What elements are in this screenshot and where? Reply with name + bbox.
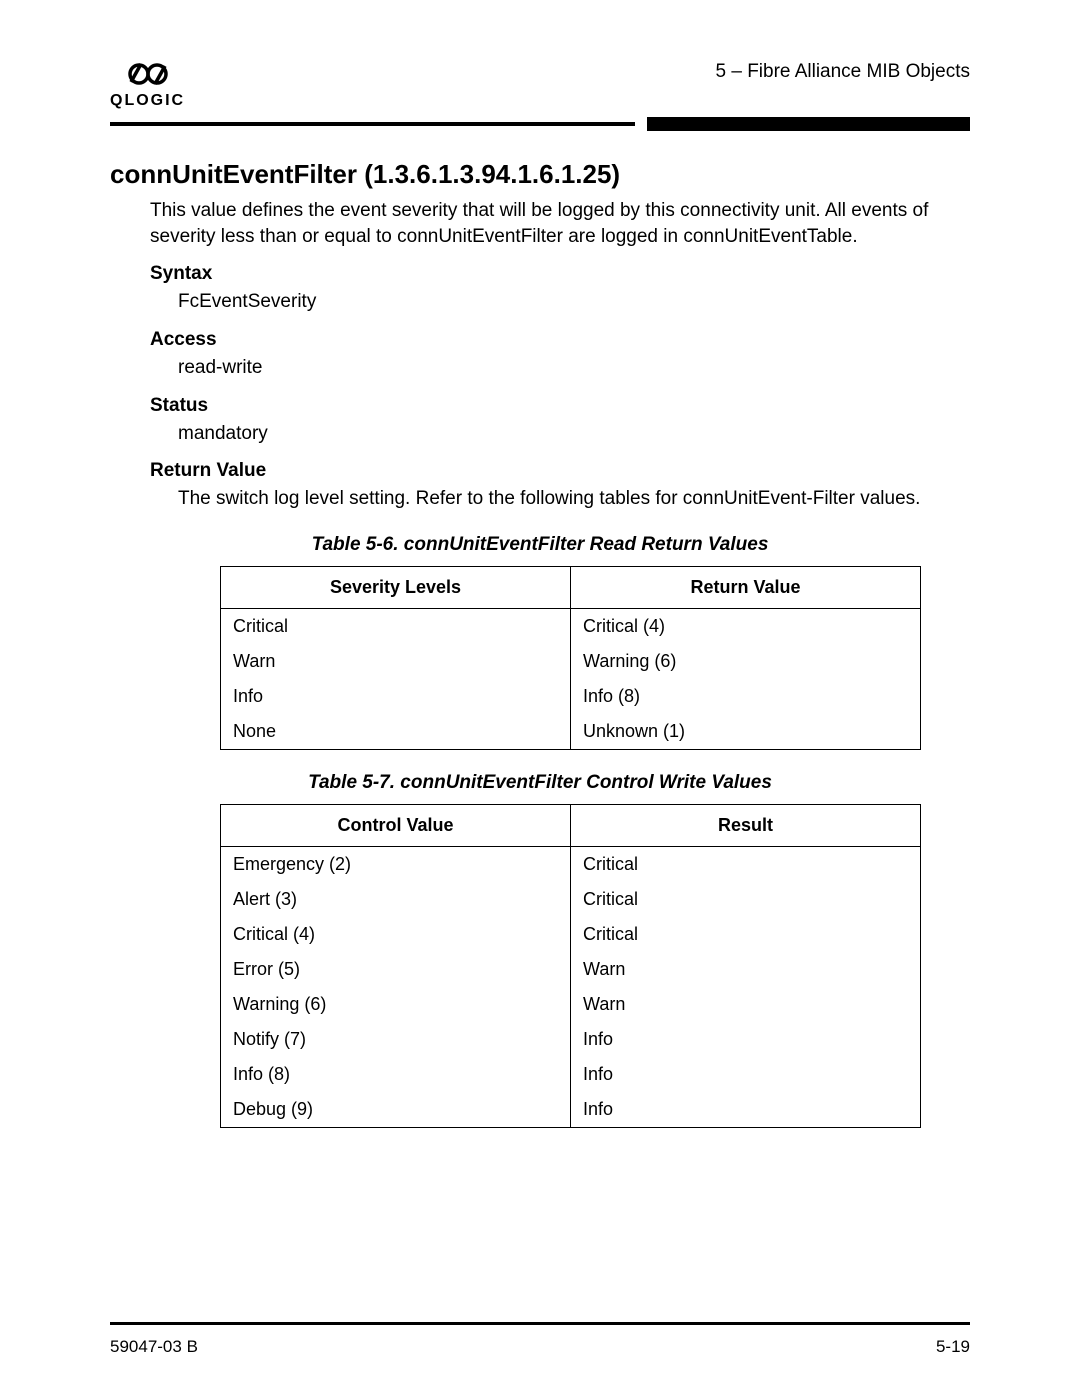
footer-rule xyxy=(110,1322,970,1325)
field-return-value: Return Value The switch log level settin… xyxy=(110,460,970,512)
logo-text: QLOGIC xyxy=(110,92,185,110)
section-description: This value defines the event severity th… xyxy=(150,198,960,249)
table-caption: Table 5-6. connUnitEventFilter Read Retu… xyxy=(110,534,970,556)
table-row: Critical (4)Critical xyxy=(221,917,921,952)
table-row: Warning (6)Warn xyxy=(221,987,921,1022)
field-label: Access xyxy=(150,329,970,351)
table-caption: Table 5-7. connUnitEventFilter Control W… xyxy=(110,772,970,794)
table-row: InfoInfo (8) xyxy=(221,679,921,714)
table-row: Alert (3)Critical xyxy=(221,882,921,917)
field-value: read-write xyxy=(178,355,970,381)
table-row: Error (5)Warn xyxy=(221,952,921,987)
table-header: Control Value xyxy=(221,804,571,846)
field-value: FcEventSeverity xyxy=(178,289,970,315)
table-read-return-values: Severity Levels Return Value CriticalCri… xyxy=(220,566,921,750)
table-control-write-values: Control Value Result Emergency (2)Critic… xyxy=(220,804,921,1128)
field-status: Status mandatory xyxy=(110,395,970,447)
page-footer: 59047-03 B 5-19 xyxy=(110,1322,970,1357)
qlogic-logo-icon xyxy=(127,60,169,94)
table-header: Return Value xyxy=(571,566,921,608)
logo: QLOGIC xyxy=(110,55,185,110)
field-label: Return Value xyxy=(150,460,970,482)
table-header: Severity Levels xyxy=(221,566,571,608)
field-syntax: Syntax FcEventSeverity xyxy=(110,263,970,315)
table-header: Result xyxy=(571,804,921,846)
main-content: connUnitEventFilter (1.3.6.1.3.94.1.6.1.… xyxy=(110,131,970,1128)
table-row: WarnWarning (6) xyxy=(221,644,921,679)
table-row: NoneUnknown (1) xyxy=(221,714,921,750)
doc-id: 59047-03 B xyxy=(110,1337,198,1357)
page-number: 5-19 xyxy=(936,1337,970,1357)
header-context: 5 – Fibre Alliance MIB Objects xyxy=(716,55,971,83)
header-rule xyxy=(110,122,970,131)
section-heading: connUnitEventFilter (1.3.6.1.3.94.1.6.1.… xyxy=(110,159,970,190)
table-row: Info (8)Info xyxy=(221,1057,921,1092)
field-value: mandatory xyxy=(178,421,970,447)
table-row: Notify (7)Info xyxy=(221,1022,921,1057)
field-label: Status xyxy=(150,395,970,417)
table-row: CriticalCritical (4) xyxy=(221,608,921,644)
field-label: Syntax xyxy=(150,263,970,285)
page-header: QLOGIC 5 – Fibre Alliance MIB Objects xyxy=(110,55,970,118)
table-row: Emergency (2)Critical xyxy=(221,846,921,882)
table-row: Debug (9)Info xyxy=(221,1092,921,1128)
field-value: The switch log level setting. Refer to t… xyxy=(178,486,970,512)
field-access: Access read-write xyxy=(110,329,970,381)
